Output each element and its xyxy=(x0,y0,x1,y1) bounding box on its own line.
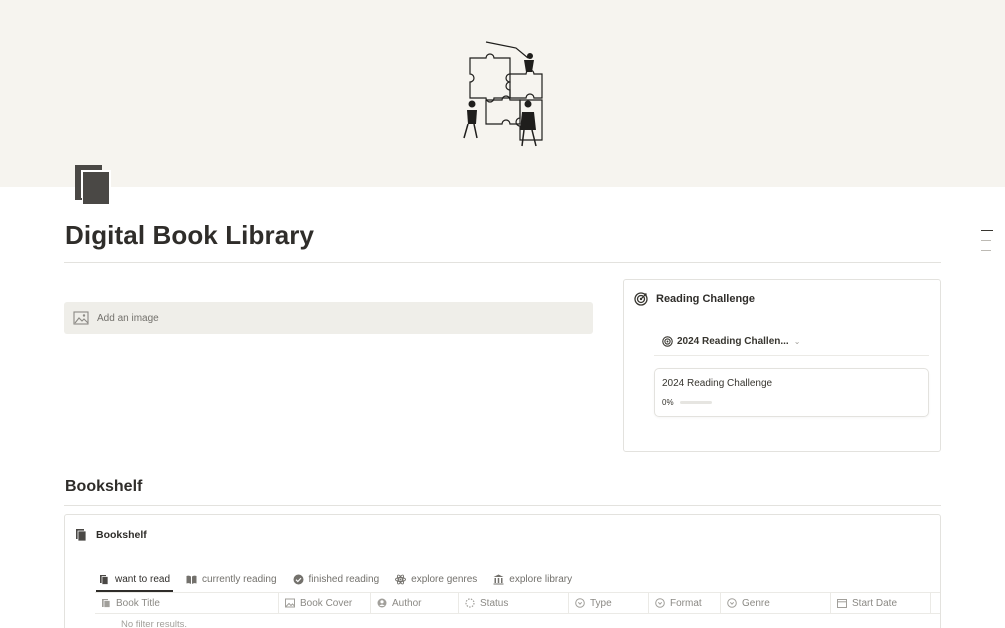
person-icon xyxy=(377,598,387,608)
book-icon xyxy=(76,529,87,541)
database-title[interactable]: Bookshelf xyxy=(75,528,147,541)
book-icon xyxy=(100,574,109,585)
progress-percent: 0% xyxy=(662,398,674,407)
table-header: Book Title Book Cover Author Status Type Form… xyxy=(95,593,931,613)
reading-challenge-block: Reading Challenge 2024 Reading Challen..… xyxy=(623,279,941,452)
column-header-label: Book Title xyxy=(116,597,160,609)
select-icon xyxy=(655,598,665,608)
divider xyxy=(654,355,929,356)
database-title-label: Bookshelf xyxy=(96,528,147,541)
column-header-format[interactable]: Format xyxy=(649,593,721,613)
tab-finished-reading[interactable]: finished reading xyxy=(290,570,383,588)
tab-explore-library[interactable]: explore library xyxy=(490,570,575,588)
page-title[interactable]: Digital Book Library xyxy=(65,220,314,251)
divider xyxy=(64,262,941,263)
column-header-type[interactable]: Type xyxy=(569,593,649,613)
page-cover[interactable] xyxy=(0,0,1005,187)
tab-label: explore library xyxy=(509,573,573,585)
target-icon xyxy=(634,292,648,306)
text-icon xyxy=(102,599,111,608)
status-icon xyxy=(465,598,475,608)
divider xyxy=(64,505,941,506)
target-icon xyxy=(662,336,673,347)
open-book-icon xyxy=(186,575,197,584)
image-icon xyxy=(73,311,89,325)
add-image-button[interactable]: Add an image xyxy=(64,302,593,334)
column-header-book-cover[interactable]: Book Cover xyxy=(279,593,371,613)
image-icon xyxy=(285,598,295,608)
puzzle-illustration xyxy=(463,41,543,147)
chevron-down-icon: ⌄ xyxy=(793,337,801,346)
toc-line[interactable] xyxy=(981,240,991,241)
book-icon[interactable] xyxy=(72,163,114,207)
tab-label: finished reading xyxy=(308,573,380,585)
section-heading[interactable]: Bookshelf xyxy=(65,478,142,496)
view-selector[interactable]: 2024 Reading Challen... ⌄ xyxy=(662,336,800,347)
toc-line[interactable] xyxy=(981,250,991,251)
tab-label: currently reading xyxy=(202,573,277,585)
column-header-author[interactable]: Author xyxy=(371,593,459,613)
check-circle-icon xyxy=(293,574,304,584)
column-header-start-date[interactable]: Start Date xyxy=(831,593,931,613)
library-icon xyxy=(493,574,504,584)
reading-challenge-heading: Reading Challenge xyxy=(634,292,755,306)
divider xyxy=(95,613,940,614)
column-header-label: Format xyxy=(670,597,702,609)
column-header-label: Status xyxy=(480,597,509,609)
challenge-card[interactable]: 2024 Reading Challenge 0% xyxy=(654,368,929,417)
column-header-genre[interactable]: Genre xyxy=(721,593,831,613)
bookshelf-database: Bookshelf want to read currently reading f… xyxy=(64,514,941,628)
add-image-label: Add an image xyxy=(97,312,159,324)
select-icon xyxy=(727,598,737,608)
column-header-label: Start Date xyxy=(852,597,898,609)
toc-line[interactable] xyxy=(981,230,993,231)
view-selector-label: 2024 Reading Challen... xyxy=(677,336,789,347)
column-header-label: Type xyxy=(590,597,612,609)
tab-label: want to read xyxy=(115,573,171,585)
tab-currently-reading[interactable]: currently reading xyxy=(183,570,279,588)
column-header-book-title[interactable]: Book Title xyxy=(95,593,279,613)
table-of-contents-indicator[interactable] xyxy=(981,230,993,260)
calendar-icon xyxy=(837,599,847,608)
tab-explore-genres[interactable]: explore genres xyxy=(392,570,480,588)
tab-want-to-read[interactable]: want to read xyxy=(96,570,174,592)
reading-challenge-title: Reading Challenge xyxy=(656,293,756,305)
tab-label: explore genres xyxy=(411,573,478,585)
progress-bar xyxy=(680,401,712,404)
column-header-label: Genre xyxy=(742,597,770,609)
column-header-status[interactable]: Status xyxy=(459,593,569,613)
column-header-label: Book Cover xyxy=(300,597,353,609)
atom-icon xyxy=(395,574,407,584)
challenge-card-title: 2024 Reading Challenge xyxy=(662,378,773,389)
select-icon xyxy=(575,598,585,608)
empty-state: No filter results. xyxy=(121,619,187,628)
column-header-label: Author xyxy=(392,597,422,609)
view-tabs: want to read currently reading finished re… xyxy=(96,570,585,592)
